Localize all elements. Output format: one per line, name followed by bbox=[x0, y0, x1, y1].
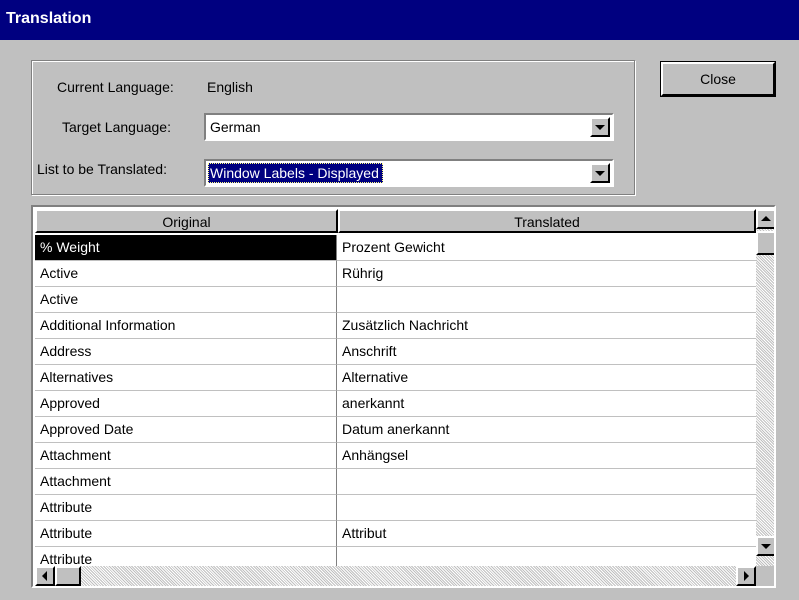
cell-original[interactable]: Approved bbox=[35, 391, 337, 417]
horizontal-scrollbar[interactable] bbox=[35, 566, 756, 586]
horizontal-scroll-thumb[interactable] bbox=[55, 566, 81, 586]
scroll-down-button[interactable] bbox=[756, 536, 774, 556]
arrow-up-icon bbox=[761, 216, 771, 221]
target-language-dropdown-button[interactable] bbox=[590, 117, 610, 137]
table-row[interactable]: Attribute bbox=[35, 495, 756, 521]
table-row[interactable]: Attribute Attribut bbox=[35, 521, 756, 547]
cell-translated[interactable]: anerkannt bbox=[337, 391, 756, 417]
close-button[interactable]: Close bbox=[661, 62, 775, 96]
cell-original[interactable]: % Weight bbox=[35, 235, 337, 261]
vertical-scroll-thumb[interactable] bbox=[756, 231, 774, 255]
scroll-up-button[interactable] bbox=[756, 209, 774, 229]
table-row[interactable]: Additional Information Zusätzlich Nachric… bbox=[35, 313, 756, 339]
table-row[interactable]: Active Rührig bbox=[35, 261, 756, 287]
table-row[interactable]: Approved anerkannt bbox=[35, 391, 756, 417]
cell-translated[interactable] bbox=[337, 469, 756, 495]
window-title: Translation bbox=[6, 10, 92, 27]
table-row[interactable]: Attachment bbox=[35, 469, 756, 495]
table-row[interactable]: % Weight Prozent Gewicht bbox=[35, 235, 756, 261]
cell-translated[interactable]: Rührig bbox=[337, 261, 756, 287]
cell-original[interactable]: Attachment bbox=[35, 443, 337, 469]
cell-translated[interactable]: Datum anerkannt bbox=[337, 417, 756, 443]
language-settings-group: Current Language: English Target Languag… bbox=[31, 60, 635, 195]
scroll-right-button[interactable] bbox=[736, 566, 756, 586]
translation-table[interactable]: Original Translated % Weight Prozent Gewi… bbox=[31, 205, 776, 588]
column-header-original-label: Original bbox=[162, 214, 211, 230]
close-button-label: Close bbox=[700, 71, 736, 87]
target-language-label: Target Language: bbox=[62, 119, 171, 135]
chevron-down-icon bbox=[595, 125, 605, 130]
cell-original[interactable]: Attribute bbox=[35, 521, 337, 547]
current-language-label: Current Language: bbox=[57, 79, 174, 95]
cell-translated[interactable]: Prozent Gewicht bbox=[337, 235, 756, 261]
chevron-down-icon bbox=[595, 171, 605, 176]
list-to-translate-label: List to be Translated: bbox=[37, 161, 167, 177]
arrow-left-icon bbox=[42, 571, 47, 581]
list-to-translate-dropdown[interactable]: Window Labels - Displayed bbox=[204, 159, 614, 187]
column-header-translated-label: Translated bbox=[514, 214, 580, 230]
scroll-left-button[interactable] bbox=[35, 566, 55, 586]
arrow-down-icon bbox=[761, 544, 771, 549]
window-titlebar: Translation bbox=[0, 0, 799, 40]
cell-translated[interactable]: Attribut bbox=[337, 521, 756, 547]
cell-translated[interactable] bbox=[337, 287, 756, 313]
table-row[interactable]: Approved Date Datum anerkannt bbox=[35, 417, 756, 443]
list-to-translate-value: Window Labels - Displayed bbox=[208, 163, 383, 183]
scrollbar-corner bbox=[756, 566, 774, 586]
cell-translated[interactable]: Alternative bbox=[337, 365, 756, 391]
target-language-dropdown[interactable]: German bbox=[204, 113, 614, 141]
cell-original[interactable]: Active bbox=[35, 287, 337, 313]
cell-translated[interactable]: Anhängsel bbox=[337, 443, 756, 469]
cell-original[interactable]: Additional Information bbox=[35, 313, 337, 339]
cell-original[interactable]: Address bbox=[35, 339, 337, 365]
arrow-right-icon bbox=[744, 571, 749, 581]
table-row[interactable]: Attachment Anhängsel bbox=[35, 443, 756, 469]
cell-original[interactable]: Approved Date bbox=[35, 417, 337, 443]
vertical-scrollbar[interactable] bbox=[756, 209, 774, 566]
current-language-value: English bbox=[207, 79, 253, 95]
table-row[interactable]: Alternatives Alternative bbox=[35, 365, 756, 391]
column-header-translated[interactable]: Translated bbox=[338, 209, 756, 233]
column-header-original[interactable]: Original bbox=[35, 209, 338, 233]
cell-original[interactable]: Active bbox=[35, 261, 337, 287]
cell-original[interactable]: Attribute bbox=[35, 495, 337, 521]
list-to-translate-dropdown-button[interactable] bbox=[590, 163, 610, 183]
cell-translated[interactable]: Anschrift bbox=[337, 339, 756, 365]
cell-translated[interactable]: Zusätzlich Nachricht bbox=[337, 313, 756, 339]
table-row[interactable]: Address Anschrift bbox=[35, 339, 756, 365]
cell-original[interactable]: Alternatives bbox=[35, 365, 337, 391]
target-language-value: German bbox=[210, 119, 261, 135]
cell-translated[interactable] bbox=[337, 495, 756, 521]
cell-original[interactable]: Attachment bbox=[35, 469, 337, 495]
table-row[interactable]: Active bbox=[35, 287, 756, 313]
